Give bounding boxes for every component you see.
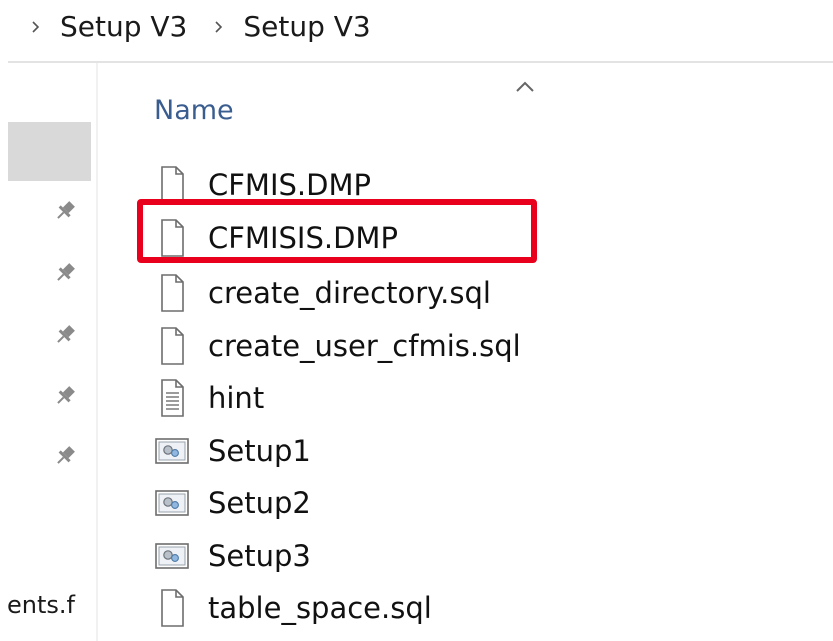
list-item[interactable]: create_user_cfmis.sql — [152, 321, 521, 371]
breadcrumb-item[interactable]: Setup V3 — [243, 10, 370, 47]
pin-icon[interactable] — [52, 260, 78, 286]
list-item[interactable]: hint — [152, 373, 264, 423]
breadcrumb: Setup V3 Setup V3 — [0, 0, 833, 56]
list-item[interactable]: create_directory.sql — [152, 268, 491, 318]
file-name: Setup2 — [208, 486, 311, 520]
sort-ascending-icon — [510, 78, 540, 96]
pin-icon[interactable] — [52, 198, 78, 224]
nav-item-selected[interactable] — [8, 122, 91, 181]
file-name: CFMIS.DMP — [208, 168, 371, 202]
chevron-right-icon[interactable] — [30, 18, 60, 39]
column-header-name[interactable]: Name — [154, 95, 234, 126]
navigation-pane: ents.f — [0, 63, 96, 641]
file-name: create_directory.sql — [208, 276, 491, 310]
config-file-icon — [152, 481, 192, 525]
config-file-icon — [152, 534, 192, 578]
pin-icon[interactable] — [52, 383, 78, 409]
chevron-right-icon[interactable] — [213, 18, 243, 39]
pin-icon[interactable] — [52, 322, 78, 348]
file-icon — [152, 271, 192, 315]
pane-splitter[interactable] — [96, 63, 98, 641]
file-name: Setup3 — [208, 539, 311, 573]
text-file-icon — [152, 376, 192, 420]
file-name: Setup1 — [208, 434, 311, 468]
toolbar-divider — [8, 61, 833, 63]
breadcrumb-item[interactable]: Setup V3 — [60, 10, 187, 47]
highlight-box — [137, 199, 537, 263]
file-icon — [152, 586, 192, 630]
file-name: create_user_cfmis.sql — [208, 329, 521, 363]
config-file-icon — [152, 429, 192, 473]
list-item[interactable]: Setup3 — [152, 531, 311, 581]
file-name: hint — [208, 381, 265, 415]
file-icon — [152, 324, 192, 368]
file-name: table_space.sql — [208, 591, 432, 625]
list-item[interactable]: Setup2 — [152, 478, 311, 528]
pin-icon[interactable] — [52, 443, 78, 469]
nav-item-label[interactable]: ents.f — [7, 591, 75, 619]
list-item[interactable]: table_space.sql — [152, 583, 432, 633]
list-item[interactable]: Setup1 — [152, 426, 311, 476]
